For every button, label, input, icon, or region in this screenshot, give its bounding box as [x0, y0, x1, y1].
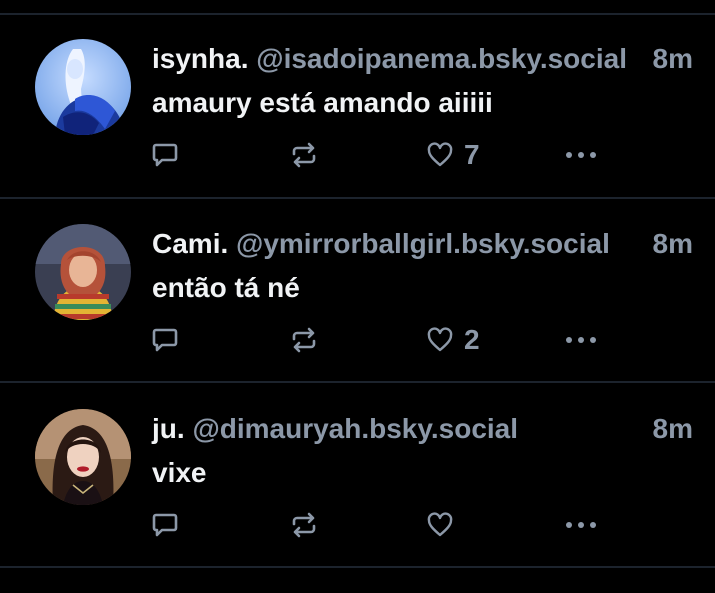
- more-options-button[interactable]: [565, 135, 597, 175]
- repost-arrows-icon: [292, 512, 316, 538]
- divider: [0, 13, 715, 15]
- avatar[interactable]: [35, 39, 131, 135]
- post-actions: 7: [0, 135, 715, 175]
- post-text: vixe: [152, 457, 207, 488]
- heart-icon: [427, 142, 453, 167]
- ellipsis-icon: [566, 152, 596, 158]
- post-text: então tá né: [152, 272, 300, 303]
- display-name[interactable]: Cami.: [152, 228, 228, 259]
- post-actions: 2: [0, 320, 715, 360]
- avatar-image: [35, 409, 131, 505]
- like-button[interactable]: 7: [426, 135, 480, 175]
- heart-icon: [427, 512, 453, 537]
- avatar[interactable]: [35, 224, 131, 320]
- repost-arrows-icon: [292, 327, 316, 353]
- post-text: amaury está amando aiiiii: [152, 87, 493, 118]
- speech-bubble-icon: [152, 513, 178, 537]
- repost-arrows-icon: [292, 142, 316, 168]
- like-count: 7: [464, 139, 480, 170]
- post-feed: isynha. @isadoipanema.bsky.social 8m ama…: [0, 0, 715, 589]
- display-name[interactable]: ju.: [152, 413, 185, 444]
- post-actions: [0, 505, 715, 545]
- post-time[interactable]: 8m: [653, 409, 693, 449]
- more-options-button[interactable]: [565, 320, 597, 360]
- reply-button[interactable]: [151, 135, 179, 175]
- divider: [0, 566, 715, 568]
- divider: [0, 381, 715, 383]
- post-time[interactable]: 8m: [653, 224, 693, 264]
- post-item[interactable]: isynha. @isadoipanema.bsky.social 8m ama…: [0, 39, 715, 223]
- like-button[interactable]: [426, 505, 464, 545]
- post-header: isynha. @isadoipanema.bsky.social: [152, 39, 697, 79]
- more-options-button[interactable]: [565, 505, 597, 545]
- ellipsis-icon: [566, 522, 596, 528]
- like-button[interactable]: 2: [426, 320, 480, 360]
- avatar-image: [35, 39, 131, 135]
- repost-button[interactable]: [290, 320, 318, 360]
- speech-bubble-icon: [152, 328, 178, 352]
- ellipsis-icon: [566, 337, 596, 343]
- avatar-image: [35, 224, 131, 320]
- avatar[interactable]: [35, 409, 131, 505]
- display-name[interactable]: isynha.: [152, 43, 248, 74]
- post-time[interactable]: 8m: [653, 39, 693, 79]
- speech-bubble-icon: [152, 143, 178, 167]
- user-handle[interactable]: @dimauryah.bsky.social: [192, 413, 518, 444]
- divider: [0, 197, 715, 199]
- reply-button[interactable]: [151, 320, 179, 360]
- post-header: Cami. @ymirrorballgirl.bsky.social: [152, 224, 697, 264]
- repost-button[interactable]: [290, 505, 318, 545]
- repost-button[interactable]: [290, 135, 318, 175]
- heart-icon: [427, 327, 453, 352]
- user-handle[interactable]: @ymirrorballgirl.bsky.social: [236, 228, 610, 259]
- user-handle[interactable]: @isadoipanema.bsky.social: [256, 43, 627, 74]
- reply-button[interactable]: [151, 505, 179, 545]
- post-header: ju. @dimauryah.bsky.social: [152, 409, 697, 449]
- like-count: 2: [464, 324, 480, 355]
